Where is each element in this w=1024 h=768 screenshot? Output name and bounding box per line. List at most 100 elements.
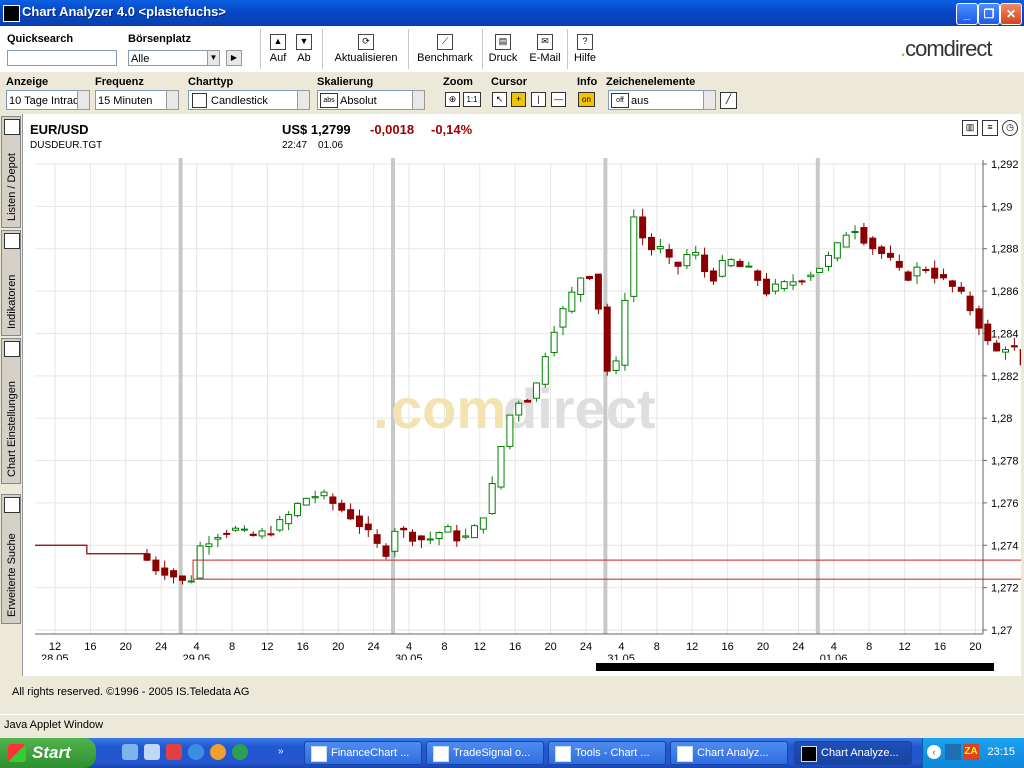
- vertical-line-cursor-icon[interactable]: |: [531, 92, 546, 107]
- candle-body: [1019, 349, 1021, 366]
- skalierung-label: Skalierung: [317, 76, 374, 88]
- candle-body: [754, 270, 762, 281]
- x-tick-label: 20: [332, 641, 344, 653]
- quicklaunch-icon[interactable]: [144, 744, 160, 760]
- quicklaunch-icon[interactable]: [210, 744, 226, 760]
- candle-body: [276, 519, 284, 531]
- taskbar: Start » FinanceChart ... TradeSignal o..…: [0, 738, 1024, 768]
- up-button[interactable]: ▲ Auf: [268, 34, 288, 64]
- x-tick-label: 12: [686, 641, 698, 653]
- flat-price-line: [35, 544, 148, 555]
- x-tick-label: 24: [367, 641, 379, 653]
- sidebar-tab-chart-einstellungen[interactable]: Chart Einstellungen: [1, 338, 21, 484]
- charttyp-dropdown-icon[interactable]: [297, 90, 310, 110]
- taskbar-item[interactable]: Tools - Chart ...: [548, 741, 666, 765]
- down-button[interactable]: ▼ Ab: [294, 34, 314, 64]
- frequenz-dropdown-icon[interactable]: [166, 90, 179, 110]
- refresh-button[interactable]: ⟳ Aktualisieren: [328, 34, 404, 64]
- info-toggle[interactable]: on: [578, 92, 595, 107]
- anzeige-select[interactable]: 10 Tage Intraday: [6, 90, 78, 110]
- candle-body: [656, 246, 664, 250]
- taskbar-item[interactable]: FinanceChart ...: [304, 741, 422, 765]
- candle-body: [913, 266, 921, 277]
- arrow-up-icon: ▲: [270, 34, 286, 50]
- clock-icon[interactable]: ◷: [1002, 120, 1018, 136]
- chart-scrollbar[interactable]: [36, 662, 996, 672]
- candle-body: [603, 306, 611, 372]
- y-tick-label: 1,272: [991, 583, 1019, 595]
- x-tick-label: 8: [441, 641, 447, 653]
- sidebar-tab-indikatoren[interactable]: Indikatoren: [1, 230, 21, 336]
- candle-body: [409, 531, 417, 542]
- candle-body: [931, 267, 939, 279]
- candle-body: [674, 261, 682, 267]
- help-button[interactable]: ? Hilfe: [570, 34, 600, 64]
- x-tick-label: 4: [831, 641, 837, 653]
- quicksearch-input[interactable]: [7, 50, 117, 66]
- desktop-icon[interactable]: [122, 744, 138, 760]
- maximize-button[interactable]: ❐: [978, 3, 1000, 25]
- zonealarm-icon[interactable]: ZA: [963, 744, 979, 760]
- comdirect-watermark: . com direct: [373, 377, 656, 440]
- taskbar-item[interactable]: TradeSignal o...: [426, 741, 544, 765]
- horizontal-line-cursor-icon[interactable]: —: [551, 92, 566, 107]
- candle-body: [435, 531, 443, 539]
- skalierung-dropdown-icon[interactable]: [412, 90, 425, 110]
- taskbar-item[interactable]: Chart Analyz...: [670, 741, 788, 765]
- candle-body: [453, 530, 461, 542]
- title-bar[interactable]: Chart Analyzer 4.0 <plastefuchs> _ ❐ ✕: [0, 0, 1024, 26]
- close-button[interactable]: ✕: [1000, 3, 1022, 25]
- minimize-button[interactable]: _: [956, 3, 978, 25]
- news-icon[interactable]: ≡: [982, 120, 998, 136]
- y-tick-label: 1,27: [991, 625, 1012, 637]
- quicklaunch-icon[interactable]: [166, 744, 182, 760]
- zoom-one-to-one-button[interactable]: 1:1: [463, 92, 481, 107]
- zoom-magnifier-icon[interactable]: ⊕: [445, 92, 460, 107]
- quote-date: 01.06: [318, 140, 344, 151]
- x-tick-label: 16: [84, 641, 96, 653]
- help-icon: ?: [577, 34, 593, 50]
- print-button[interactable]: ▤ Druck: [485, 34, 521, 64]
- taskbar-item-active[interactable]: Chart Analyze...: [794, 741, 912, 765]
- candle-body: [506, 414, 514, 447]
- main-toolbar: Quicksearch Börsenplatz Alle ▼ ▶ ▲ Auf ▼ A…: [0, 26, 1024, 73]
- frequenz-select[interactable]: 15 Minuten: [95, 90, 167, 110]
- x-tick-label: 20: [969, 641, 981, 653]
- window-icon: [311, 746, 327, 762]
- exchange-dropdown-icon[interactable]: ▼: [207, 50, 220, 66]
- go-button[interactable]: ▶: [226, 50, 242, 66]
- anzeige-dropdown-icon[interactable]: [77, 90, 90, 110]
- zoom-label: Zoom: [443, 76, 473, 88]
- sidebar-tab-erweiterte-suche[interactable]: Erweiterte Suche: [1, 494, 21, 624]
- quicklaunch-icon[interactable]: [232, 744, 248, 760]
- start-button[interactable]: Start: [0, 738, 96, 768]
- candle-body: [869, 237, 877, 250]
- candle-body: [639, 216, 647, 239]
- drawing-off-icon: off: [611, 93, 629, 108]
- chevron-icon[interactable]: »: [278, 746, 284, 757]
- pointer-cursor-icon[interactable]: ↖: [492, 92, 507, 107]
- candle-body: [338, 502, 346, 511]
- x-tick-label: 24: [580, 641, 592, 653]
- watermark-direct: direct: [503, 377, 656, 440]
- scrollbar-thumb[interactable]: [596, 663, 994, 671]
- quote-change: -0,0018: [370, 122, 415, 137]
- email-button[interactable]: ✉ E-Mail: [526, 34, 564, 64]
- x-tick-label: 12: [898, 641, 910, 653]
- bar-chart-icon[interactable]: ▥: [962, 120, 978, 136]
- candlestick-chart[interactable]: . com direct 1,292 1,29 1,288 1,286 1,28 4 1,2…: [23, 156, 1021, 660]
- exchange-select[interactable]: Alle: [128, 50, 208, 66]
- envelope-icon: ✉: [537, 34, 553, 50]
- network-icon[interactable]: [945, 744, 961, 760]
- benchmark-button[interactable]: ⟋ Benchmark: [412, 34, 478, 64]
- draw-line-icon[interactable]: ╱: [720, 92, 737, 109]
- candle-body: [426, 538, 434, 541]
- zeichenelemente-dropdown-icon[interactable]: [703, 90, 716, 110]
- crosshair-cursor-icon[interactable]: +: [511, 92, 526, 107]
- chevron-left-icon[interactable]: ‹: [927, 745, 941, 759]
- anzeige-label: Anzeige: [6, 76, 49, 88]
- candle-body: [232, 527, 240, 531]
- internet-explorer-icon[interactable]: [188, 744, 204, 760]
- sidebar-tab-listen-depot[interactable]: Listen / Depot: [1, 116, 21, 228]
- chart-controls: Anzeige 10 Tage Intraday Frequenz 15 Min…: [0, 72, 1024, 112]
